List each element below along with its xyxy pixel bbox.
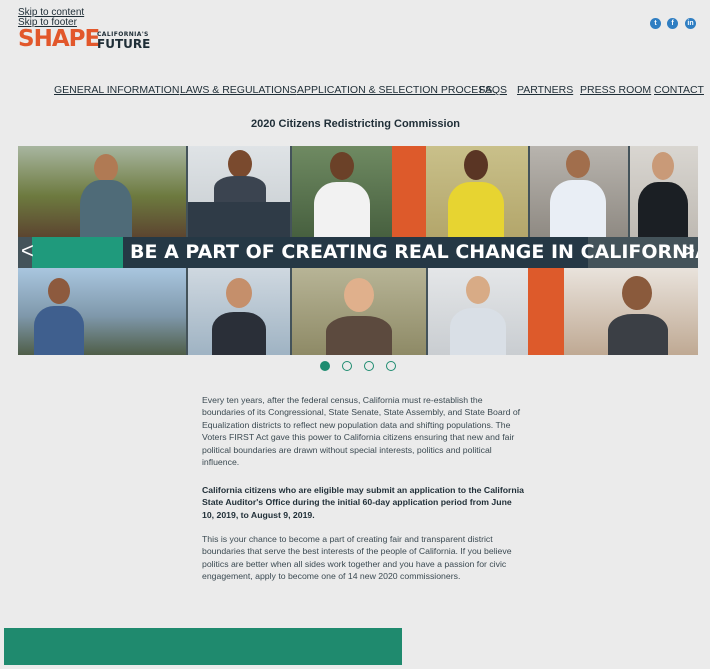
page-subtitle: 2020 Citizens Redistricting Commission — [250, 118, 461, 130]
hero-carousel[interactable]: BE A PART OF CREATING REAL CHANGE IN CAL… — [18, 146, 698, 355]
twitter-icon[interactable]: t — [650, 18, 661, 29]
logo-shape-text: SHAPE — [18, 26, 100, 52]
photo-woman-smiling — [188, 268, 290, 355]
linkedin-icon[interactable]: in — [685, 18, 696, 29]
carousel-prev-button[interactable]: < — [21, 240, 34, 262]
nav-contact[interactable]: CONTACT — [654, 84, 704, 96]
nav-laws-regulations[interactable]: LAWS & REGULATIONS — [180, 84, 297, 96]
logo-future-text: FUTURE — [97, 37, 151, 51]
carousel-banner-text: BE A PART OF CREATING REAL CHANGE IN CAL… — [130, 241, 698, 263]
orange-block-bottom — [528, 268, 564, 355]
nav-application-selection-process[interactable]: APPLICATION & SELECTION PROCESS — [297, 84, 492, 96]
photo-man-glasses — [428, 268, 528, 355]
nav-faqs[interactable]: FAQS — [479, 84, 507, 96]
photo-woman-yellow — [426, 146, 528, 237]
banner-green-block — [32, 237, 123, 268]
photo-man-smiling — [188, 146, 290, 237]
orange-block — [392, 146, 426, 237]
photo-woman-curly-hair — [564, 268, 698, 355]
carousel-dot-1[interactable] — [320, 361, 330, 371]
nav-general-information[interactable]: GENERAL INFORMATION — [54, 84, 179, 96]
photo-woman-landscape — [18, 268, 186, 355]
application-period-paragraph: California citizens who are eligible may… — [202, 485, 524, 520]
photo-woman-blonde — [292, 268, 426, 355]
nav-press-room[interactable]: PRESS ROOM — [580, 84, 651, 96]
carousel-next-button[interactable]: > — [682, 240, 695, 262]
footer-bar — [4, 628, 402, 665]
carousel-dot-2[interactable] — [342, 361, 352, 371]
carousel-dot-4[interactable] — [386, 361, 396, 371]
photo-woman-black — [630, 146, 698, 237]
photo-man-tie — [530, 146, 628, 237]
carousel-dot-3[interactable] — [364, 361, 374, 371]
page: Skip to content Skip to footer SHAPE CAL… — [4, 4, 707, 665]
facebook-icon[interactable]: f — [667, 18, 678, 29]
photo-farmer — [18, 146, 186, 237]
intro-paragraph: Every ten years, after the federal censu… — [202, 395, 521, 468]
nav-partners[interactable]: PARTNERS — [517, 84, 573, 96]
call-to-action-paragraph: This is your chance to become a part of … — [202, 534, 512, 582]
photo-man-white-shirt — [292, 146, 392, 237]
